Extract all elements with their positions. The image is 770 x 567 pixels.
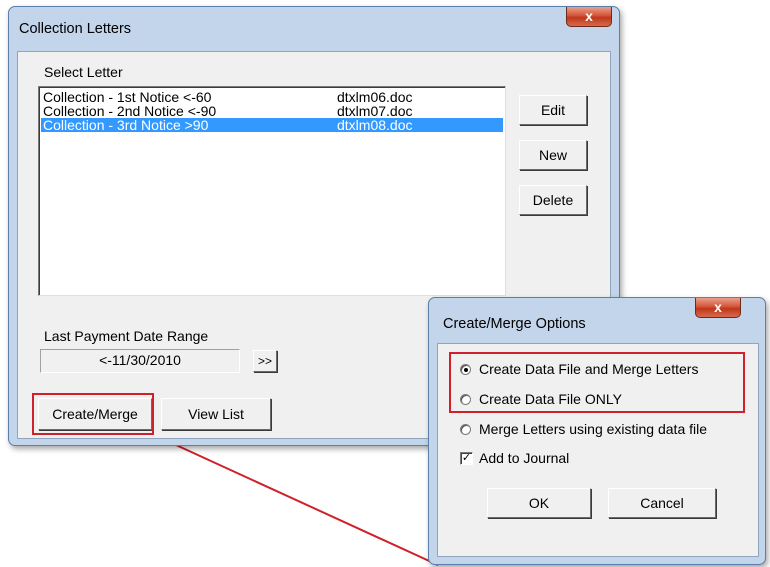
radio-merge-existing[interactable] (460, 424, 471, 435)
close-icon: x (585, 8, 593, 24)
checkmark-icon: ✓ (461, 452, 472, 464)
option-label: Merge Letters using existing data file (479, 421, 708, 437)
create-merge-options-dialog: Create/Merge Options x Create Data File … (428, 297, 766, 565)
options-dialog-title: Create/Merge Options (443, 316, 586, 332)
create-merge-highlight (32, 393, 154, 435)
edit-button[interactable]: Edit (519, 95, 587, 125)
close-button[interactable]: x (566, 7, 612, 27)
cancel-button[interactable]: Cancel (608, 488, 716, 518)
close-icon: x (714, 299, 722, 315)
options-close-button[interactable]: x (695, 298, 741, 318)
list-item[interactable]: Collection - 1st Notice <-60 dtxlm06.doc (41, 90, 503, 104)
date-range-button[interactable]: >> (253, 350, 277, 372)
list-item-selected[interactable]: Collection - 3rd Notice >90 dtxlm08.doc (41, 118, 503, 132)
letter-file: dtxlm07.doc (337, 103, 413, 119)
new-button[interactable]: New (519, 140, 587, 170)
letter-file: dtxlm08.doc (337, 117, 413, 133)
callout-line-bottom (151, 433, 439, 566)
delete-button[interactable]: Delete (519, 185, 587, 215)
letter-name: Collection - 1st Notice <-60 (43, 89, 212, 105)
view-list-button[interactable]: View List (161, 398, 271, 430)
add-to-journal-label: Add to Journal (479, 450, 570, 466)
ok-button[interactable]: OK (487, 488, 591, 518)
date-range-label: Last Payment Date Range (44, 328, 209, 344)
letter-name: Collection - 2nd Notice <-90 (43, 103, 217, 119)
date-range-value: <-11/30/2010 (40, 349, 240, 373)
letter-file: dtxlm06.doc (337, 89, 413, 105)
letter-name: Collection - 3rd Notice >90 (43, 117, 209, 133)
list-item[interactable]: Collection - 2nd Notice <-90 dtxlm07.doc (41, 104, 503, 118)
select-letter-label: Select Letter (44, 64, 123, 80)
letter-list[interactable]: Collection - 1st Notice <-60 dtxlm06.doc… (38, 86, 506, 296)
options-highlight (449, 352, 745, 413)
add-to-journal-checkbox[interactable]: ✓ (460, 452, 473, 465)
dialog-title: Collection Letters (19, 21, 132, 37)
